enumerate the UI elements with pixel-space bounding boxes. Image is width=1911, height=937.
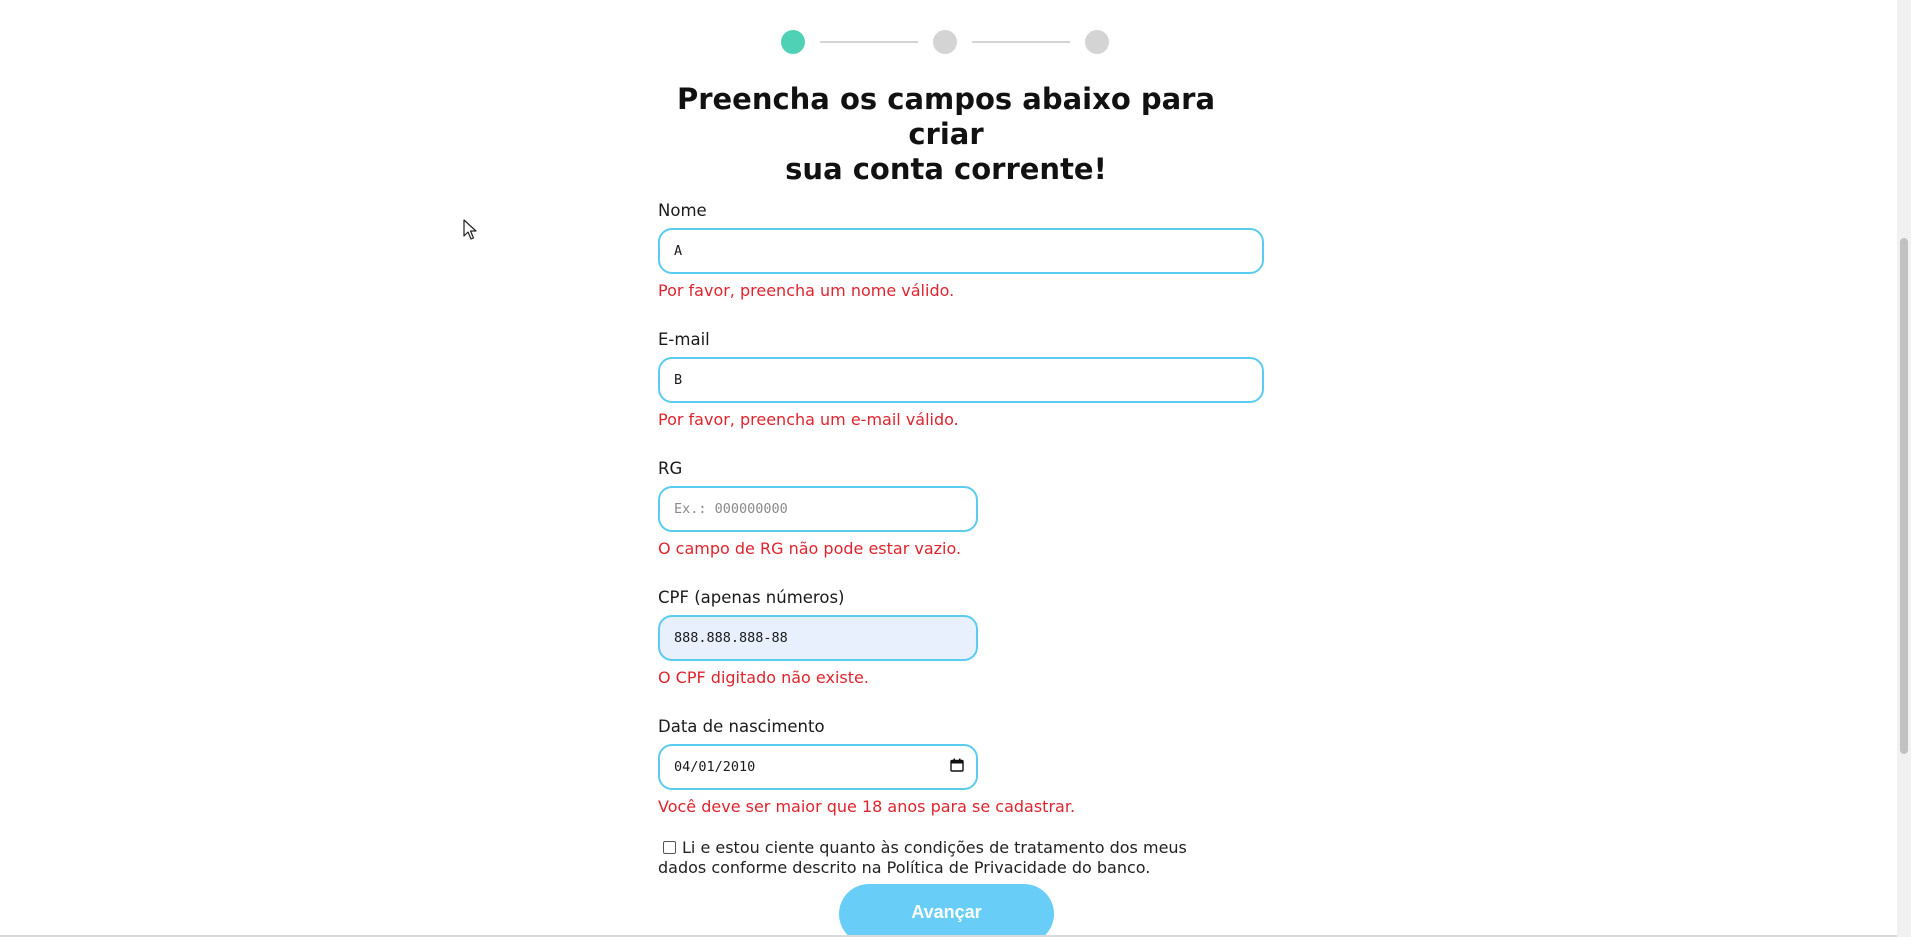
privacy-consent-text: Li e estou ciente quanto às condições de… [658, 838, 1187, 877]
advance-button[interactable]: Avançar [839, 884, 1054, 937]
calendar-icon[interactable] [950, 758, 964, 772]
page-title-line-1: Preencha os campos abaixo para criar [676, 82, 1216, 151]
mouse-cursor-icon [463, 219, 477, 240]
privacy-consent: Li e estou ciente quanto às condições de… [658, 838, 1218, 878]
name-label: Nome [658, 201, 707, 220]
email-input[interactable]: B [658, 357, 1264, 403]
cpf-input-value: 888.888.888-88 [674, 630, 788, 646]
rg-field-group: RG Ex.: 000000000 O campo de RG não pode… [658, 458, 1268, 560]
rg-label: RG [658, 459, 683, 478]
step-3-indicator [1085, 30, 1109, 54]
page-title: Preencha os campos abaixo para criar sua… [640, 82, 1252, 187]
cpf-label: CPF (apenas números) [658, 588, 845, 607]
step-connector [972, 41, 1070, 43]
birthdate-input[interactable]: 04/01/2010 [658, 744, 978, 790]
email-input-value: B [674, 372, 683, 388]
step-connector [820, 41, 918, 43]
rg-input-placeholder: Ex.: 000000000 [674, 501, 788, 517]
birthdate-input-value: 04/01/2010 [674, 759, 756, 775]
rg-input[interactable]: Ex.: 000000000 [658, 486, 978, 532]
email-label: E-mail [658, 330, 710, 349]
cpf-error-message: O CPF digitado não existe. [658, 668, 869, 687]
birthdate-label: Data de nascimento [658, 717, 825, 736]
birthdate-error-message: Você deve ser maior que 18 anos para se … [658, 797, 1076, 816]
name-input-value: A [674, 243, 683, 259]
step-2-indicator [933, 30, 957, 54]
scrollbar-thumb[interactable] [1900, 238, 1908, 754]
cpf-input[interactable]: 888.888.888-88 [658, 615, 978, 661]
page-title-line-2: sua conta corrente! [785, 152, 1107, 186]
name-input[interactable]: A [658, 228, 1264, 274]
account-form: Nome A Por favor, preencha um nome válid… [658, 200, 1268, 878]
rg-error-message: O campo de RG não pode estar vazio. [658, 539, 962, 558]
birthdate-field-group: Data de nascimento 04/01/2010 Você deve … [658, 716, 1268, 818]
email-error-message: Por favor, preencha um e-mail válido. [658, 410, 959, 429]
email-field-group: E-mail B Por favor, preencha um e-mail v… [658, 329, 1268, 431]
progress-stepper [781, 30, 1109, 54]
privacy-consent-checkbox[interactable] [663, 841, 676, 854]
cpf-field-group: CPF (apenas números) 888.888.888-88 O CP… [658, 587, 1268, 689]
signup-page: Preencha os campos abaixo para criar sua… [0, 0, 1911, 937]
page-scrollbar[interactable] [1897, 0, 1911, 937]
name-field-group: Nome A Por favor, preencha um nome válid… [658, 200, 1268, 302]
step-1-indicator [781, 30, 805, 54]
name-error-message: Por favor, preencha um nome válido. [658, 281, 955, 300]
